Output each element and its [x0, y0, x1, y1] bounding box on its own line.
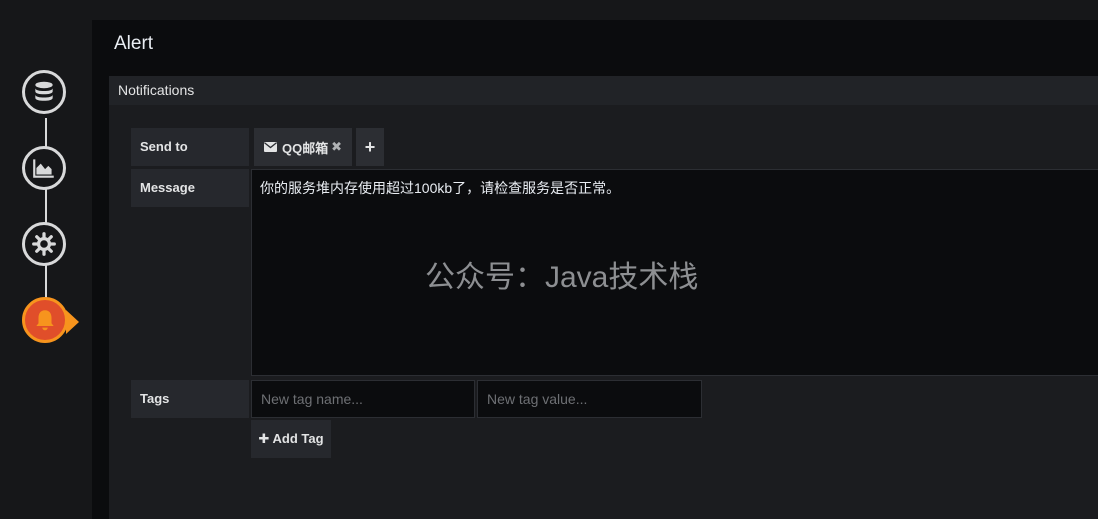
plus-icon: +: [364, 137, 376, 157]
tag-value-input[interactable]: [477, 380, 702, 418]
database-icon: [35, 81, 53, 101]
active-step-pointer: [66, 310, 79, 334]
step-queries[interactable]: [22, 70, 66, 114]
step-visualization[interactable]: [22, 146, 66, 190]
tags-label: Tags: [131, 380, 249, 418]
area-chart-icon: [33, 159, 54, 178]
add-channel-button[interactable]: +: [356, 128, 384, 166]
steps-connector: [45, 118, 47, 298]
cog-icon: [32, 232, 56, 256]
add-tag-button[interactable]: ✚ Add Tag: [251, 420, 331, 458]
watermark: 公众号：Java技术栈: [425, 261, 699, 294]
notification-channel-chip[interactable]: QQ邮箱 ✖: [254, 128, 352, 166]
section-title: Notifications: [109, 76, 1098, 105]
envelope-icon: [264, 142, 277, 152]
bell-icon: [36, 310, 54, 331]
notifications-section: Notifications Send to QQ邮箱 ✖ + Message 你…: [109, 76, 1098, 519]
chip-label: QQ邮箱: [282, 140, 329, 156]
wizard-steps: [0, 0, 92, 519]
step-general[interactable]: [22, 222, 66, 266]
close-icon[interactable]: ✖: [331, 139, 342, 155]
send-to-label: Send to: [131, 128, 249, 166]
plus-icon: ✚: [258, 431, 270, 446]
message-label: Message: [131, 169, 249, 207]
step-alert[interactable]: [22, 297, 68, 343]
alert-panel: Alert Notifications Send to QQ邮箱 ✖ + Mes…: [92, 20, 1098, 519]
tag-name-input[interactable]: [251, 380, 475, 418]
add-tag-label: Add Tag: [272, 431, 324, 446]
page-title: Alert: [114, 33, 154, 54]
message-text: 你的服务堆内存使用超过100kb了，请检查服务是否正常。: [260, 180, 621, 196]
